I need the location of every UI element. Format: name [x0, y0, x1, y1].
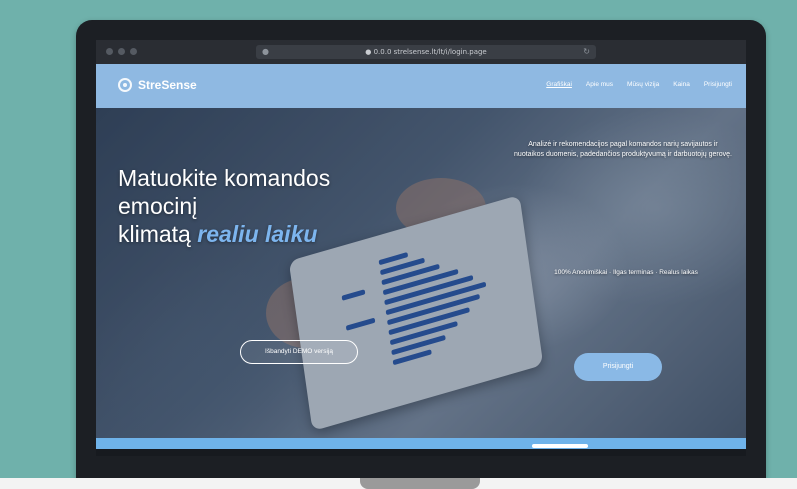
nav-item-price[interactable]: Kaina: [673, 81, 690, 88]
window-dot-icon[interactable]: [130, 48, 137, 55]
headline-line: klimatą realiu laiku: [118, 220, 418, 248]
headline-plain: klimatą: [118, 221, 198, 247]
logo-mark-icon: [118, 78, 132, 92]
nav-links: Grafiškai Apie mus Mūsų vizija Kaina Pri…: [546, 81, 732, 88]
hero-description: Analizė ir rekomendacijos pagal komandos…: [514, 141, 732, 158]
nav-item-graphs[interactable]: Grafiškai: [546, 81, 572, 88]
signup-button[interactable]: Prisijungti: [574, 353, 662, 381]
nav-item-about[interactable]: Apie mus: [586, 81, 613, 88]
window-dot-icon[interactable]: [118, 48, 125, 55]
hero-headline: Matuokite komandos emocinį klimatą reali…: [118, 164, 418, 248]
headline-line: emocinį: [118, 193, 198, 219]
reload-icon[interactable]: ↻: [583, 45, 590, 59]
brand-logo[interactable]: StreSense: [118, 78, 197, 92]
lock-icon: ●: [262, 47, 269, 56]
laptop-screen: ● ● 0.0.0 strelsense.lt/lt/i/login.page …: [96, 40, 746, 456]
screen-bottom-edge: [96, 449, 746, 456]
url-text: ● 0.0.0 strelsense.lt/lt/i/login.page: [365, 48, 487, 56]
headline-accent: realiu laiku: [197, 221, 318, 247]
hero-features: 100% Anonimiškai · Ilgas terminas · Real…: [554, 269, 698, 276]
scroll-indicator[interactable]: [532, 444, 588, 448]
browser-toolbar: ● ● 0.0.0 strelsense.lt/lt/i/login.page …: [96, 40, 746, 64]
site-navbar: StreSense Grafiškai Apie mus Mūsų vizija…: [96, 64, 746, 108]
nav-item-login[interactable]: Prisijungti: [704, 81, 732, 88]
bottom-bar: [96, 438, 746, 449]
brand-name: StreSense: [138, 78, 197, 92]
window-dot-icon[interactable]: [106, 48, 113, 55]
laptop-base-notch: [360, 478, 480, 489]
demo-button[interactable]: Išbandyti DEMO versiją: [240, 340, 358, 364]
headline-line: Matuokite komandos: [118, 165, 331, 191]
nav-item-vision[interactable]: Mūsų vizija: [627, 81, 659, 88]
address-bar[interactable]: ● ● 0.0.0 strelsense.lt/lt/i/login.page …: [256, 45, 596, 59]
